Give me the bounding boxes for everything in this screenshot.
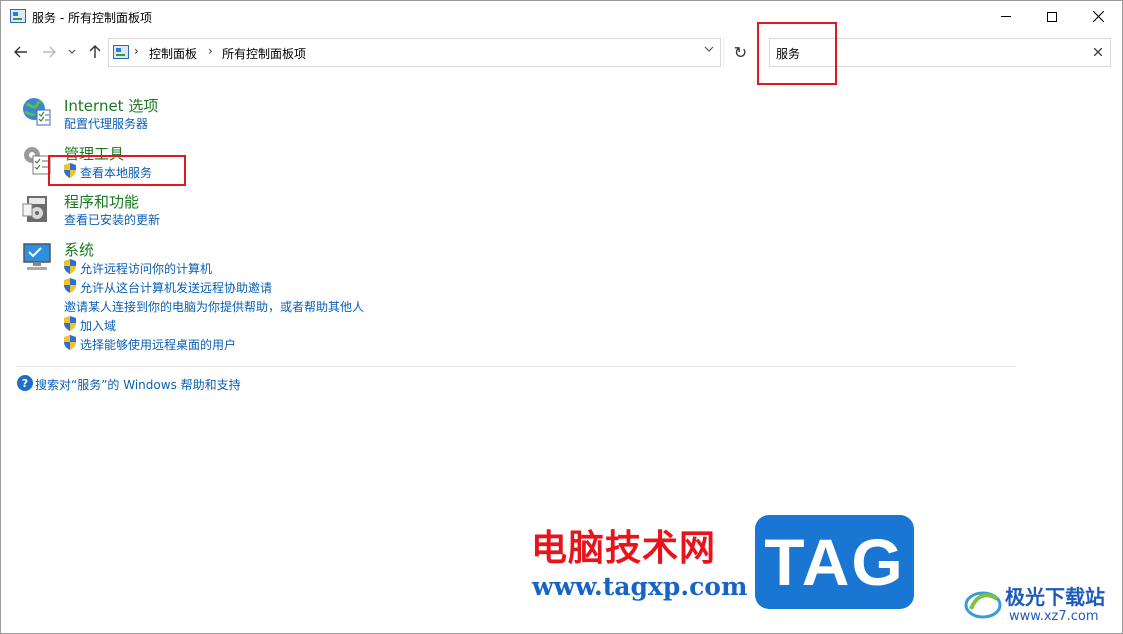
recent-locations-button[interactable] (65, 41, 79, 63)
task-join-domain[interactable]: 加入域 (80, 317, 116, 334)
arrow-left-icon (14, 46, 27, 58)
forward-button[interactable] (39, 41, 59, 63)
refresh-icon: ↻ (733, 43, 748, 62)
aurora-logo-icon (964, 591, 1002, 619)
task-allow-remote-access[interactable]: 允许远程访问你的计算机 (80, 260, 212, 277)
chevron-down-icon (704, 46, 714, 52)
breadcrumb-control-panel[interactable]: 控制面板 (149, 45, 197, 62)
arrow-right-icon (43, 46, 56, 58)
uac-shield-icon (64, 335, 76, 350)
task-remote-desktop-users[interactable]: 选择能够使用远程桌面的用户 (80, 336, 236, 353)
chevron-right-icon[interactable]: › (208, 44, 213, 58)
internet-options-icon (23, 98, 51, 126)
title-bar: 服务 - 所有控制面板项 (1, 1, 1122, 32)
clear-search-button[interactable] (1093, 45, 1103, 60)
minimize-icon (1001, 16, 1011, 17)
address-bar[interactable]: › 控制面板 › 所有控制面板项 (108, 38, 721, 67)
window-title: 服务 - 所有控制面板项 (32, 11, 152, 25)
help-icon: ? (17, 375, 33, 391)
chevron-down-icon (68, 49, 76, 54)
watermark-text: 电脑技术网 (531, 527, 717, 569)
divider (17, 366, 1016, 367)
watermark-tag-logo: TAG (755, 515, 914, 609)
task-highlight-box (48, 155, 186, 186)
address-dropdown-button[interactable] (704, 45, 714, 56)
control-panel-icon (113, 45, 129, 59)
task-allow-remote-assistance[interactable]: 允许从这台计算机发送远程协助邀请 (80, 279, 272, 296)
chevron-right-icon[interactable]: › (134, 44, 139, 58)
help-search-link[interactable]: 搜索对“服务”的 Windows 帮助和支持 (35, 376, 241, 393)
uac-shield-icon (64, 316, 76, 331)
refresh-button[interactable]: ↻ (723, 38, 757, 67)
close-button[interactable] (1075, 1, 1121, 32)
watermark-site: 极光下载站 www.xz7.com (961, 581, 1121, 631)
watermark-url: www.tagxp.com (532, 572, 748, 601)
minimize-button[interactable] (983, 1, 1029, 32)
group-title-programs-features[interactable]: 程序和功能 (64, 191, 139, 212)
system-icon (23, 243, 51, 270)
uac-shield-icon (64, 259, 76, 274)
watermark-site-url: www.xz7.com (1009, 609, 1099, 624)
group-title-system[interactable]: 系统 (64, 239, 94, 260)
watermark-site-name: 极光下载站 (1005, 585, 1105, 609)
control-panel-icon (10, 9, 26, 23)
programs-features-icon (22, 196, 47, 222)
uac-shield-icon (64, 278, 76, 293)
control-panel-window: 服务 - 所有控制面板项 › 控制面板 › 所有控制面板项 ↻ 服务 Inter… (0, 0, 1123, 634)
task-view-installed-updates[interactable]: 查看已安装的更新 (64, 211, 160, 228)
arrow-up-icon (89, 45, 101, 58)
group-title-internet-options[interactable]: Internet 选项 (64, 95, 158, 116)
maximize-icon (1047, 11, 1057, 22)
back-button[interactable] (11, 41, 31, 63)
search-highlight-box (757, 22, 837, 85)
up-button[interactable] (85, 41, 105, 63)
breadcrumb-all-items[interactable]: 所有控制面板项 (222, 45, 306, 62)
close-icon (1093, 47, 1103, 57)
maximize-button[interactable] (1029, 1, 1075, 32)
task-configure-proxy[interactable]: 配置代理服务器 (64, 115, 148, 132)
task-invite-someone[interactable]: 邀请某人连接到你的电脑为你提供帮助，或者帮助其他人 (64, 298, 364, 315)
close-icon (1092, 11, 1104, 22)
